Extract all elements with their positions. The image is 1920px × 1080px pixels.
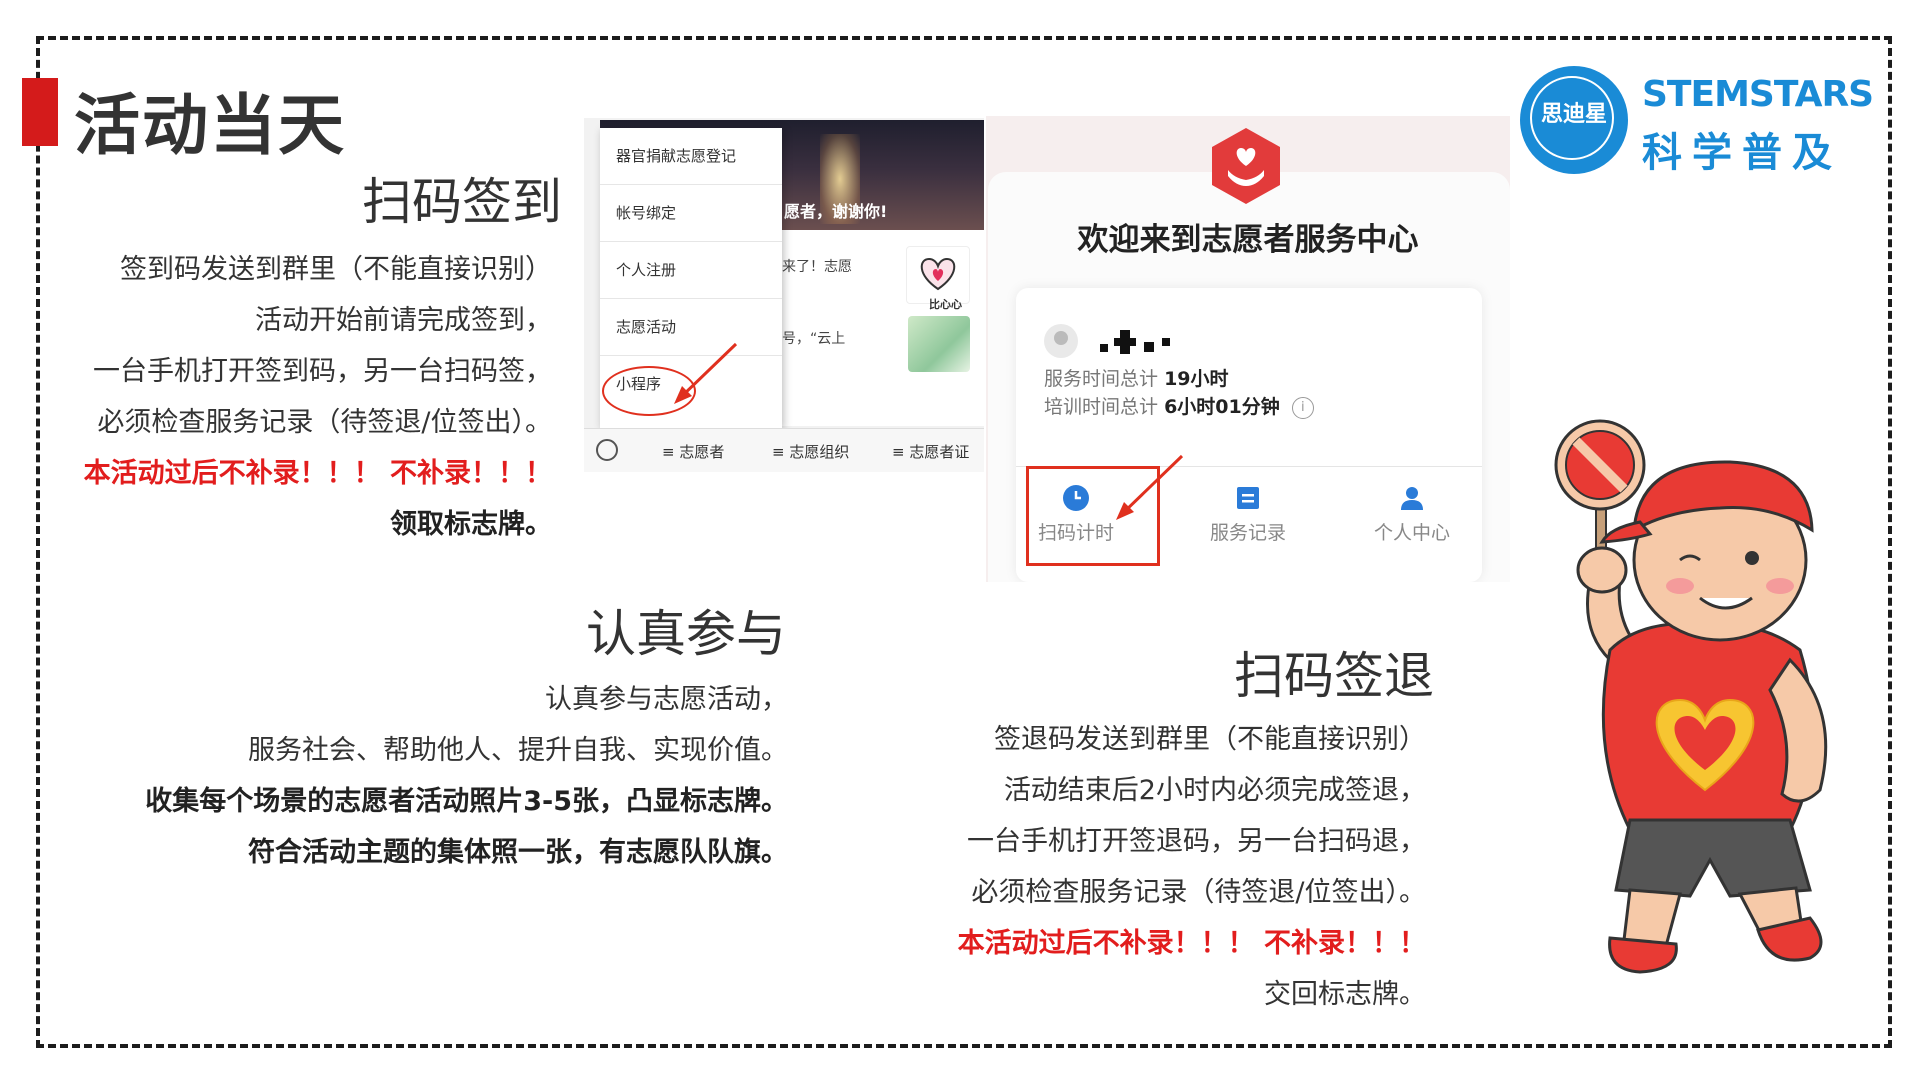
text-line: 本活动过后不补录！！！ 不补录！！！: [957, 928, 1426, 959]
redacted-name: [1094, 326, 1184, 356]
tab-organization[interactable]: ≡ 志愿组织: [772, 441, 849, 462]
text-line: 一台手机打开签退码，另一台扫码退，: [967, 826, 1426, 857]
arrow-icon: [674, 342, 738, 404]
brand-name-en: STEMSTARS: [1642, 74, 1874, 115]
title-accent-bar: [22, 78, 58, 146]
service-center-screenshot: 欢迎来到志愿者服务中心 服务时间总计 19小时 培训时间总计 6小时01分钟 i…: [986, 116, 1510, 582]
heart-icon: [920, 257, 956, 291]
training-time-stat: 培训时间总计 6小时01分钟 i: [1044, 392, 1314, 419]
training-time-value: 6小时01分钟: [1164, 396, 1280, 418]
checkin-text: 签到码发送到群里（不能直接识别） 活动开始前请完成签到， 一台手机打开签到码，另一台…: [84, 244, 552, 550]
checkout-heading: 扫码签退: [1234, 647, 1434, 705]
checkin-heading: 扫码签到: [362, 173, 562, 231]
text-line: 认真参与志愿活动，: [545, 684, 788, 715]
brand-circle-text: 思迪星: [1540, 102, 1607, 127]
avatar: [1044, 324, 1078, 358]
text-line: 必须检查服务记录（待签退/位签出）。: [97, 407, 552, 438]
text-line: 签到码发送到群里（不能直接识别）: [120, 254, 552, 285]
text-line: 签退码发送到群里（不能直接识别）: [994, 724, 1426, 755]
text-line: 交回标志牌。: [1264, 979, 1426, 1010]
welcome-title: 欢迎来到志愿者服务中心: [1077, 222, 1419, 258]
text-line: 活动结束后2小时内必须完成签退，: [1003, 775, 1426, 806]
menu-item-account-binding[interactable]: 帐号绑定: [600, 185, 782, 242]
photo-caption: 愿者，谢谢你!: [784, 202, 888, 221]
keyboard-icon[interactable]: [596, 439, 618, 461]
text-line: 符合活动主题的集体照一张，有志愿队队旗。: [248, 837, 788, 868]
brand-name-cn: 科学普及: [1642, 130, 1842, 176]
info-icon[interactable]: i: [1291, 396, 1314, 419]
tab-volunteer[interactable]: ≡ 志愿者: [662, 441, 724, 462]
text-line: 领取标志牌。: [390, 509, 552, 540]
thumbnail-label: 比心心: [929, 298, 962, 311]
wechat-tab-bar: ≡ 志愿者 ≡ 志愿组织 ≡ 志愿者证: [584, 428, 984, 472]
arrow-icon: [1116, 454, 1184, 520]
user-icon: [1401, 487, 1423, 510]
menu-item-register[interactable]: 个人注册: [600, 242, 782, 299]
text-line: 必须检查服务记录（待签退/位签出）。: [971, 877, 1426, 908]
page-title: 活动当天: [74, 87, 346, 164]
volunteer-logo-icon: [1212, 128, 1280, 204]
tab-certificate[interactable]: ≡ 志愿者证: [892, 441, 969, 462]
record-icon: [1237, 487, 1259, 509]
text-line: 本活动过后不补录！！！ 不补录！！！: [83, 458, 552, 489]
nav-service-record[interactable]: 服务记录: [1188, 484, 1308, 545]
text-line: 收集每个场景的志愿者活动照片3-5张，凸显标志牌。: [145, 786, 788, 817]
menu-item-organ-donation[interactable]: 器官捐献志愿登记: [600, 128, 782, 185]
service-time-value: 19小时: [1164, 368, 1229, 390]
text-line: 活动开始前请完成签到，: [255, 305, 552, 336]
calligraphy-thumbnail: [908, 316, 970, 372]
service-time-stat: 服务时间总计 19小时: [1044, 368, 1229, 390]
brand-logo: 思迪星: [1520, 66, 1628, 174]
nav-personal-center[interactable]: 个人中心: [1352, 484, 1472, 545]
participate-text: 认真参与志愿活动， 服务社会、帮助他人、提升自我、实现价值。收集每个场景的志愿者活…: [145, 674, 788, 878]
text-line: 服务社会、帮助他人、提升自我、实现价值。: [248, 735, 788, 766]
mascot-illustration: [1554, 419, 1828, 974]
checkout-text: 签退码发送到群里（不能直接识别） 活动结束后2小时内必须完成签退， 一台手机打开签退…: [958, 714, 1426, 1020]
wechat-menu-screenshot: 愿者，谢谢你! 福利来了！志愿 集结号，“云上 比心心 器官捐献志愿登记 帐号绑…: [584, 118, 984, 472]
participate-heading: 认真参与: [586, 605, 786, 663]
text-line: 一台手机打开签到码，另一台扫码签，: [93, 356, 552, 387]
